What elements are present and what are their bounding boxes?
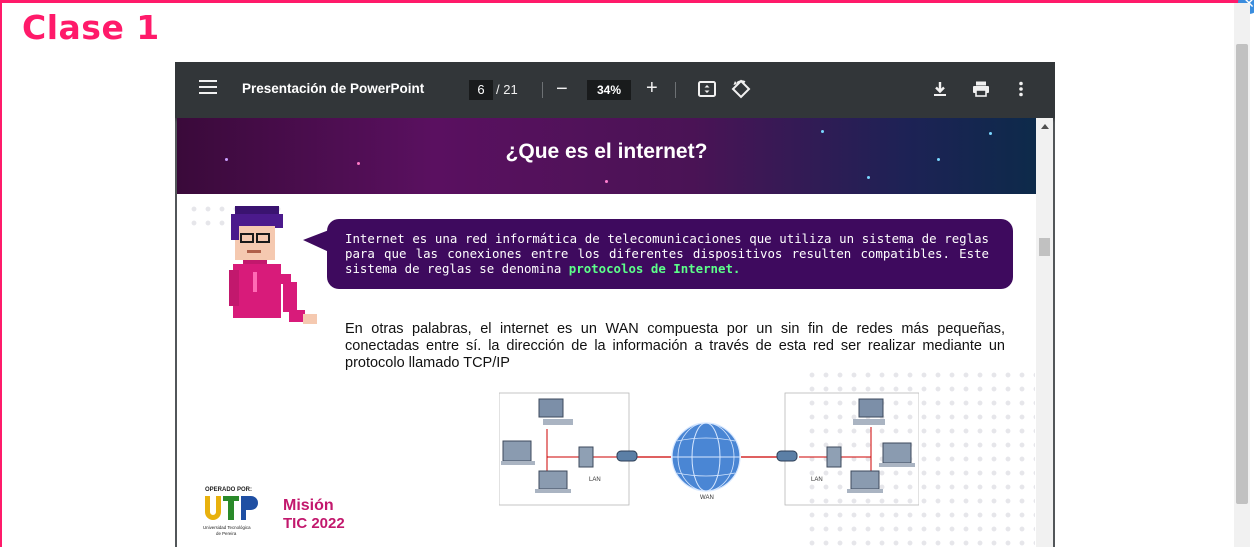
toolbar-divider [675, 82, 676, 98]
diagram-label-wan: WAN [700, 495, 714, 501]
diagram-label-lan: LAN [589, 477, 601, 483]
diagram-label-lan: LAN [811, 477, 823, 483]
zoom-level-input[interactable]: 34% [587, 80, 631, 100]
pdf-scrollbar-thumb[interactable] [1039, 238, 1050, 256]
download-icon[interactable] [929, 78, 951, 100]
speech-bubble-tail [303, 230, 329, 252]
print-icon[interactable] [970, 78, 992, 100]
svg-text:Misión: Misión [283, 497, 334, 514]
fit-page-icon[interactable] [696, 78, 718, 100]
toolbar-divider [542, 82, 543, 98]
pdf-viewer: Presentación de PowerPoint 6 / 21 − 34% … [175, 62, 1055, 547]
svg-text:TIC 2022: TIC 2022 [283, 515, 345, 532]
mision-tic-logo: Misión TIC 2022 [283, 497, 345, 532]
svg-text:de Pereira: de Pereira [216, 531, 237, 536]
page-scrollbar-thumb[interactable] [1236, 44, 1248, 504]
menu-icon[interactable] [199, 80, 217, 96]
utp-logo: OPERADO POR: Universidad Tecnológica de … [203, 487, 258, 536]
pdf-scrollbar[interactable] [1036, 118, 1053, 547]
zoom-out-button[interactable]: − [556, 78, 568, 101]
scroll-up-icon[interactable] [1041, 124, 1049, 129]
speech-bubble-text: Internet es una red informática de telec… [345, 231, 989, 276]
slide-page: ¿Que es el internet? Internet es una red… [177, 118, 1036, 547]
page-total: / 21 [496, 82, 518, 97]
page-number-input[interactable]: 6 [469, 80, 493, 100]
page-title: Clase 1 [22, 8, 160, 47]
slide-title: ¿Que es el internet? [505, 140, 708, 163]
more-options-icon[interactable] [1010, 78, 1032, 100]
document-title: Presentación de PowerPoint [242, 81, 425, 96]
wan-network-diagram: LAN WAN LAN [499, 392, 919, 506]
svg-text:OPERADO POR:: OPERADO POR: [205, 487, 252, 493]
slide-body-text: En otras palabras, el internet es un WAN… [345, 321, 1005, 371]
pixel-character-illustration [229, 206, 317, 324]
svg-text:Universidad Tecnológica: Universidad Tecnológica [203, 525, 251, 530]
zoom-in-button[interactable]: + [646, 77, 658, 100]
pdf-toolbar: Presentación de PowerPoint 6 / 21 − 34% … [175, 62, 1055, 118]
highlight-text: protocolos de Internet. [568, 261, 741, 276]
rotate-icon[interactable] [730, 78, 752, 100]
